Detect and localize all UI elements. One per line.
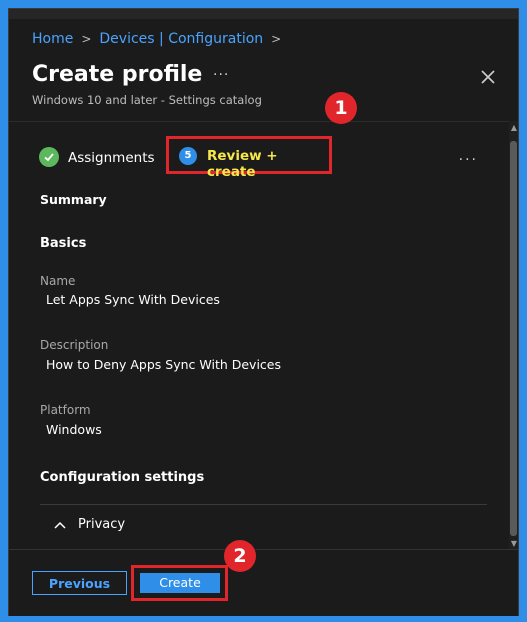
create-button[interactable]: Create bbox=[140, 573, 220, 593]
page-title: Create profile bbox=[32, 62, 203, 87]
header-divider bbox=[9, 121, 518, 122]
scroll-down-icon[interactable]: ▼ bbox=[511, 539, 517, 548]
breadcrumb: Home > Devices | Configuration > bbox=[32, 31, 289, 47]
privacy-section-toggle[interactable]: Privacy bbox=[78, 517, 125, 532]
summary-heading: Summary bbox=[40, 192, 107, 207]
breadcrumb-devices[interactable]: Devices | Configuration bbox=[99, 31, 263, 47]
configuration-settings-heading: Configuration settings bbox=[40, 470, 205, 485]
previous-button[interactable]: Previous bbox=[32, 571, 127, 595]
check-icon bbox=[39, 147, 59, 167]
name-label: Name bbox=[40, 274, 76, 288]
tab-assignments[interactable]: Assignments bbox=[68, 150, 155, 166]
tab-review-create[interactable]: 5 Review + create bbox=[166, 136, 332, 180]
footer-divider bbox=[9, 549, 518, 550]
close-icon[interactable] bbox=[480, 69, 496, 85]
annotation-badge-1: 1 bbox=[325, 92, 357, 124]
blade-panel: Home > Devices | Configuration > Create pro… bbox=[8, 8, 519, 616]
create-button-highlight: Create bbox=[131, 565, 228, 601]
chevron-up-icon[interactable] bbox=[54, 518, 66, 534]
section-divider bbox=[40, 504, 487, 505]
more-options-icon[interactable]: ··· bbox=[213, 67, 229, 83]
platform-value: Windows bbox=[46, 422, 102, 437]
basics-heading: Basics bbox=[40, 236, 87, 251]
name-value: Let Apps Sync With Devices bbox=[46, 292, 220, 307]
description-value: How to Deny Apps Sync With Devices bbox=[46, 357, 281, 372]
annotation-badge-2: 2 bbox=[224, 540, 256, 572]
top-strip bbox=[9, 9, 518, 19]
scroll-up-icon[interactable]: ▲ bbox=[511, 123, 517, 132]
breadcrumb-separator: > bbox=[271, 32, 282, 46]
tabs-more-icon[interactable]: ··· bbox=[459, 152, 478, 168]
scrollbar-thumb[interactable] bbox=[510, 141, 517, 536]
page-subtitle: Windows 10 and later - Settings catalog bbox=[32, 93, 262, 107]
tab-review-create-label: Review + create bbox=[207, 148, 278, 180]
description-label: Description bbox=[40, 338, 109, 352]
platform-label: Platform bbox=[40, 403, 91, 417]
step-number-icon: 5 bbox=[179, 147, 197, 165]
breadcrumb-separator: > bbox=[81, 32, 92, 46]
breadcrumb-home[interactable]: Home bbox=[32, 31, 73, 47]
